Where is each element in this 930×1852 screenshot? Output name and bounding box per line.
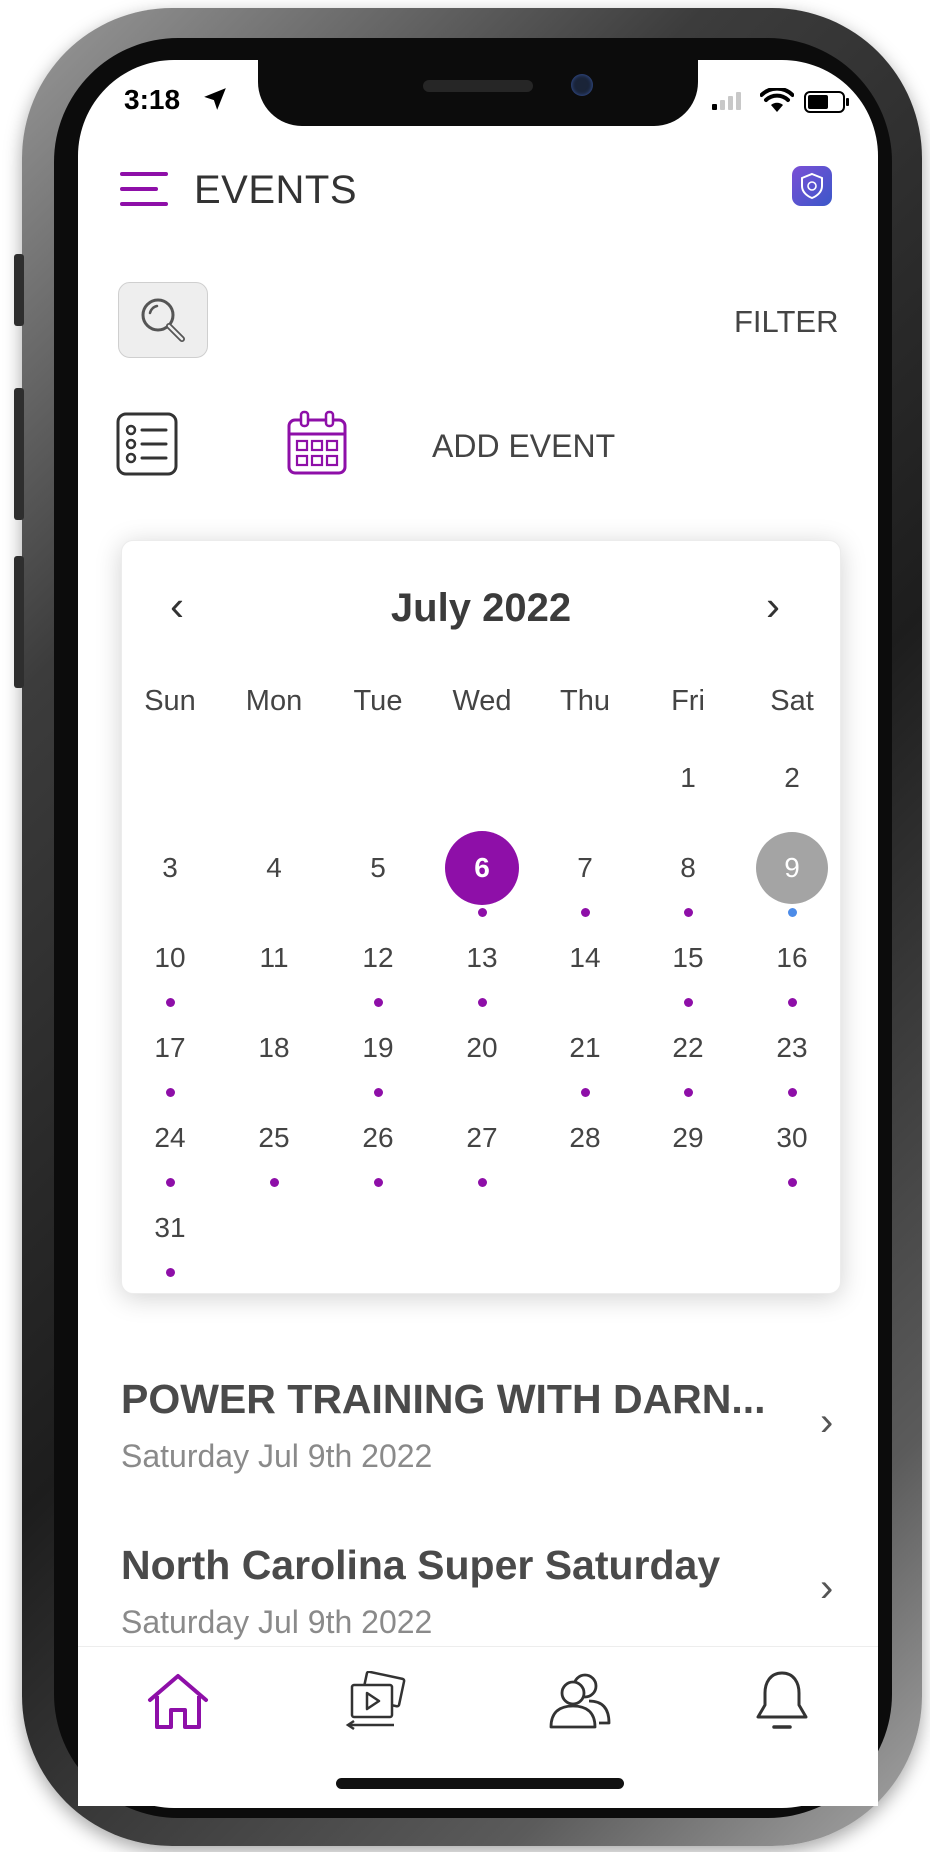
calendar-day[interactable]: 1 xyxy=(643,762,733,794)
calendar-day[interactable]: 16 xyxy=(747,942,837,974)
weekday-header: Sat xyxy=(770,685,814,717)
status-time: 3:18 xyxy=(124,84,181,115)
cellular-signal-icon xyxy=(712,92,741,110)
mute-switch xyxy=(14,254,24,326)
tab-notifications[interactable] xyxy=(742,1666,822,1738)
event-indicator-dot xyxy=(374,1178,383,1187)
home-indicator xyxy=(336,1778,624,1789)
search-button[interactable] xyxy=(118,282,208,358)
event-indicator-dot xyxy=(581,1088,590,1097)
event-indicator-dot xyxy=(166,1088,175,1097)
home-icon xyxy=(148,1674,208,1729)
calendar-month-title: July 2022 xyxy=(390,586,572,630)
calendar-day[interactable]: 31 xyxy=(125,1212,215,1244)
people-icon xyxy=(549,1673,611,1729)
event-indicator-dot xyxy=(374,1088,383,1097)
chevron-right-icon[interactable]: › xyxy=(820,1566,833,1611)
calendar-day[interactable]: 19 xyxy=(333,1032,423,1064)
weekday-header: Wed xyxy=(452,685,512,717)
event-indicator-dot xyxy=(478,998,487,1007)
event-indicator-dot xyxy=(478,908,487,917)
calendar-day[interactable]: 25 xyxy=(229,1122,319,1154)
calendar-day[interactable]: 29 xyxy=(643,1122,733,1154)
calendar-day[interactable]: 24 xyxy=(125,1122,215,1154)
list-view-icon[interactable] xyxy=(116,412,178,476)
media-icon xyxy=(345,1671,406,1731)
weekday-header: Thu xyxy=(560,685,610,717)
calendar-day-today[interactable]: 9 xyxy=(756,832,828,904)
event-title[interactable]: North Carolina Super Saturday xyxy=(121,1542,720,1589)
app-logo-icon[interactable] xyxy=(792,166,832,206)
tab-media[interactable] xyxy=(338,1666,418,1738)
speaker xyxy=(423,80,533,92)
event-indicator-dot xyxy=(166,998,175,1007)
event-indicator-dot xyxy=(270,1178,279,1187)
search-icon xyxy=(141,298,185,342)
calendar-day[interactable]: 7 xyxy=(540,852,630,884)
calendar-day[interactable]: 12 xyxy=(333,942,423,974)
event-indicator-dot xyxy=(788,1178,797,1187)
calendar-day[interactable]: 26 xyxy=(333,1122,423,1154)
calendar-day[interactable]: 5 xyxy=(333,852,423,884)
weekday-header: Tue xyxy=(353,685,403,717)
tab-home[interactable] xyxy=(138,1666,218,1738)
filter-button[interactable]: FILTER xyxy=(734,304,839,340)
menu-icon[interactable] xyxy=(120,170,168,210)
camera xyxy=(571,74,593,96)
bell-icon xyxy=(756,1671,808,1729)
next-month-button[interactable]: › xyxy=(766,582,780,630)
event-date: Saturday Jul 9th 2022 xyxy=(121,1604,433,1640)
calendar-day[interactable]: 20 xyxy=(437,1032,527,1064)
weekday-header: Mon xyxy=(245,685,303,717)
calendar-day[interactable]: 10 xyxy=(125,942,215,974)
calendar-day[interactable]: 4 xyxy=(229,852,319,884)
calendar-day[interactable]: 8 xyxy=(643,852,733,884)
calendar-day[interactable]: 3 xyxy=(125,852,215,884)
calendar-day[interactable]: 22 xyxy=(643,1032,733,1064)
calendar-day[interactable]: 18 xyxy=(229,1032,319,1064)
notch xyxy=(258,60,698,126)
location-arrow-icon xyxy=(204,88,226,110)
event-indicator-dot xyxy=(374,998,383,1007)
battery-icon xyxy=(804,91,849,113)
event-indicator-dot xyxy=(788,998,797,1007)
event-indicator-dot xyxy=(788,908,797,917)
calendar-day[interactable]: 21 xyxy=(540,1032,630,1064)
add-event-button[interactable]: ADD EVENT xyxy=(432,428,615,465)
event-indicator-dot xyxy=(166,1268,175,1277)
calendar-day[interactable]: 27 xyxy=(437,1122,527,1154)
page-title: EVENTS xyxy=(194,168,358,212)
volume-down-button xyxy=(14,556,24,688)
calendar-day-selected[interactable]: 6 xyxy=(445,831,519,905)
event-date: Saturday Jul 9th 2022 xyxy=(121,1438,433,1474)
calendar-view-icon[interactable] xyxy=(286,410,348,476)
volume-up-button xyxy=(14,388,24,520)
event-indicator-dot xyxy=(788,1088,797,1097)
event-indicator-dot xyxy=(581,908,590,917)
calendar-day[interactable]: 11 xyxy=(229,942,319,974)
wifi-icon xyxy=(760,88,794,112)
calendar-day[interactable]: 30 xyxy=(747,1122,837,1154)
event-title[interactable]: POWER TRAINING WITH DARN... xyxy=(121,1376,766,1423)
tab-people[interactable] xyxy=(540,1666,620,1738)
event-indicator-dot xyxy=(478,1178,487,1187)
event-indicator-dot xyxy=(684,998,693,1007)
calendar-day[interactable]: 28 xyxy=(540,1122,630,1154)
event-indicator-dot xyxy=(684,1088,693,1097)
calendar-day[interactable]: 23 xyxy=(747,1032,837,1064)
event-indicator-dot xyxy=(166,1178,175,1187)
calendar-day[interactable]: 15 xyxy=(643,942,733,974)
event-indicator-dot xyxy=(684,908,693,917)
chevron-right-icon[interactable]: › xyxy=(820,1400,833,1445)
calendar-day[interactable]: 13 xyxy=(437,942,527,974)
weekday-header: Sun xyxy=(144,685,196,717)
calendar-day[interactable]: 14 xyxy=(540,942,630,974)
calendar-day[interactable]: 17 xyxy=(125,1032,215,1064)
calendar-day[interactable]: 2 xyxy=(747,762,837,794)
weekday-header: Fri xyxy=(671,685,705,717)
